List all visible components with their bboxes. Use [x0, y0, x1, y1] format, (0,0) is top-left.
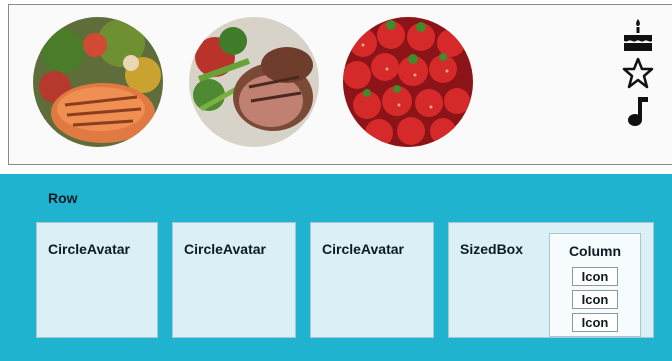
circleavatar-label: CircleAvatar [48, 241, 130, 257]
circleavatar-label: CircleAvatar [322, 241, 404, 257]
icon-chip: Icon [572, 313, 618, 332]
column-label: Column [568, 243, 622, 259]
widget-diagram: Row CircleAvatar CircleAvatar CircleAvat… [0, 174, 672, 361]
circleavatar-box-3: CircleAvatar [310, 222, 434, 338]
sizedbox-label: SizedBox [460, 241, 524, 257]
circleavatar-box-2: CircleAvatar [172, 222, 296, 338]
cake-icon [621, 17, 655, 53]
icon-column [621, 17, 655, 131]
icon-chip: Icon [572, 290, 618, 309]
rendered-preview [8, 4, 672, 165]
avatar-salmon [33, 17, 163, 147]
column-box: Column Icon Icon Icon [549, 233, 641, 337]
avatar-steak [189, 17, 319, 147]
icon-chip: Icon [572, 267, 618, 286]
star-outline-icon [621, 55, 655, 91]
circleavatar-box-1: CircleAvatar [36, 222, 158, 338]
layout-diagram: Row CircleAvatar CircleAvatar CircleAvat… [0, 0, 672, 361]
circleavatar-label: CircleAvatar [184, 241, 266, 257]
sizedbox-box: SizedBox Column Icon Icon Icon [448, 222, 654, 338]
music-note-icon [621, 93, 655, 129]
row-label: Row [48, 190, 78, 206]
avatar-strawberries [343, 17, 473, 147]
